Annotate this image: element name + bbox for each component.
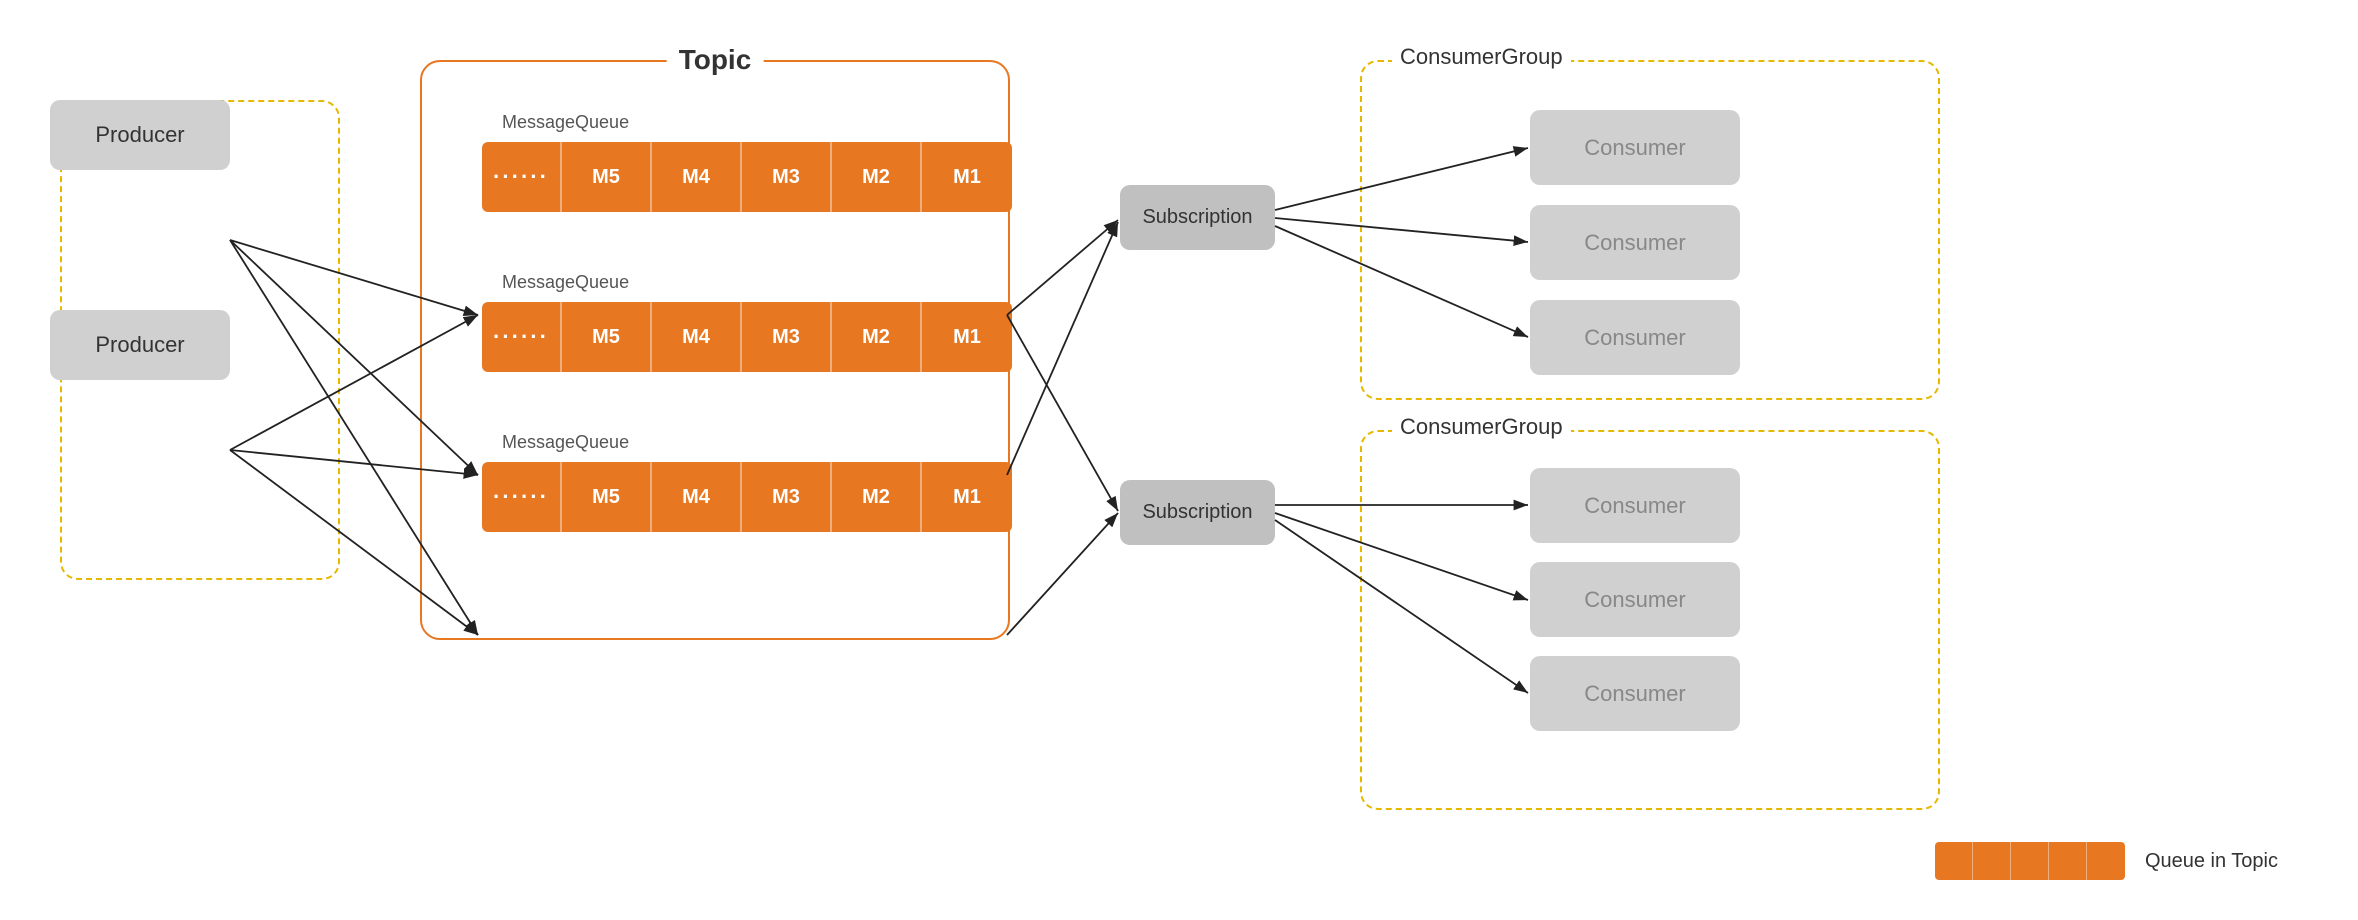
subscription-2: Subscription <box>1120 480 1275 545</box>
subscription-1: Subscription <box>1120 185 1275 250</box>
mq-cell-dots-3: ······ <box>482 462 562 532</box>
consumer-group-1-label: ConsumerGroup <box>1392 44 1571 70</box>
legend-cell-4 <box>2049 842 2087 880</box>
producer-2-label: Producer <box>95 332 184 358</box>
legend-queue <box>1935 842 2125 880</box>
producer-1: Producer <box>50 100 230 170</box>
consumer-1-3: Consumer <box>1530 300 1740 375</box>
topic-label: Topic <box>667 44 764 76</box>
diagram-container: Producer Producer Topic MessageQueue ···… <box>0 0 2358 920</box>
arrow-mq1-sub1 <box>1007 220 1118 315</box>
consumer-1-2: Consumer <box>1530 205 1740 280</box>
mq-label-2: MessageQueue <box>502 272 629 293</box>
mq-cell-dots-1: ······ <box>482 142 562 212</box>
arrow-mq1-sub2 <box>1007 315 1118 511</box>
mq-row-2: ······ M5 M4 M3 M2 M1 <box>482 302 1012 372</box>
consumer-group-2-label: ConsumerGroup <box>1392 414 1571 440</box>
consumer-1-1: Consumer <box>1530 110 1740 185</box>
mq-cell-dots-2: ······ <box>482 302 562 372</box>
legend-cell-5 <box>2087 842 2125 880</box>
consumer-1-3-label: Consumer <box>1584 325 1685 351</box>
topic-group: Topic MessageQueue ······ M5 M4 M3 M2 M1… <box>420 60 1010 640</box>
mq-cell-m3-1: M3 <box>742 142 832 212</box>
mq-cell-m4-2: M4 <box>652 302 742 372</box>
mq-cell-m1-3: M1 <box>922 462 1012 532</box>
mq-label-3: MessageQueue <box>502 432 629 453</box>
subscription-1-label: Subscription <box>1142 206 1252 229</box>
mq-cell-m2-2: M2 <box>832 302 922 372</box>
mq-label-1: MessageQueue <box>502 112 629 133</box>
consumer-2-2: Consumer <box>1530 562 1740 637</box>
mq-cell-m3-3: M3 <box>742 462 832 532</box>
arrow-mq3-sub2 <box>1007 513 1118 635</box>
producer-2: Producer <box>50 310 230 380</box>
mq-cell-m4-1: M4 <box>652 142 742 212</box>
consumer-2-3: Consumer <box>1530 656 1740 731</box>
subscription-2-label: Subscription <box>1142 501 1252 524</box>
producer-1-label: Producer <box>95 122 184 148</box>
mq-cell-m5-3: M5 <box>562 462 652 532</box>
legend-cell-3 <box>2011 842 2049 880</box>
mq-cell-m5-1: M5 <box>562 142 652 212</box>
consumer-2-1: Consumer <box>1530 468 1740 543</box>
mq-cell-m5-2: M5 <box>562 302 652 372</box>
mq-cell-m4-3: M4 <box>652 462 742 532</box>
consumer-2-3-label: Consumer <box>1584 681 1685 707</box>
mq-cell-m3-2: M3 <box>742 302 832 372</box>
consumer-1-2-label: Consumer <box>1584 230 1685 256</box>
mq-cell-m2-3: M2 <box>832 462 922 532</box>
arrows-svg <box>0 0 2358 920</box>
consumer-2-2-label: Consumer <box>1584 587 1685 613</box>
mq-row-3: ······ M5 M4 M3 M2 M1 <box>482 462 1012 532</box>
mq-cell-m1-1: M1 <box>922 142 1012 212</box>
legend-cell-2 <box>1973 842 2011 880</box>
legend: Queue in Topic <box>1935 842 2278 880</box>
consumer-2-1-label: Consumer <box>1584 493 1685 519</box>
legend-label: Queue in Topic <box>2145 850 2278 873</box>
legend-cell-1 <box>1935 842 1973 880</box>
mq-cell-m2-1: M2 <box>832 142 922 212</box>
consumer-1-1-label: Consumer <box>1584 135 1685 161</box>
arrow-mq2-sub1 <box>1007 222 1118 475</box>
mq-row-1: ······ M5 M4 M3 M2 M1 <box>482 142 1012 212</box>
mq-cell-m1-2: M1 <box>922 302 1012 372</box>
